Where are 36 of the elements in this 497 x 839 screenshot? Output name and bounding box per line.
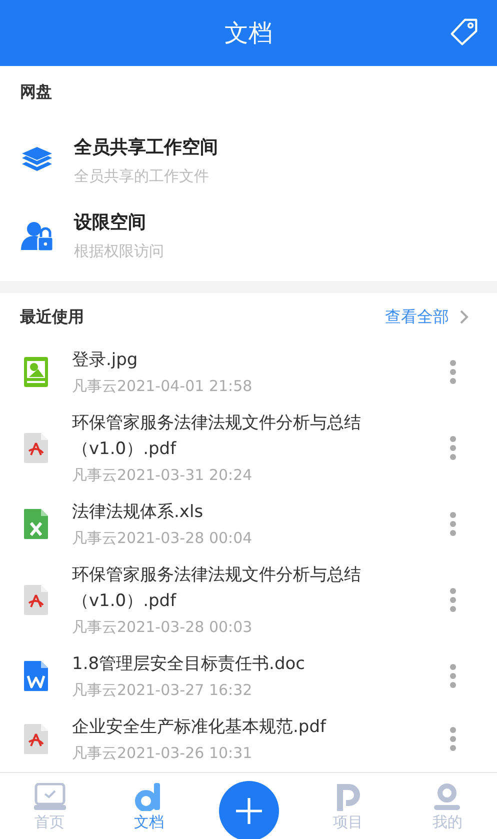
tag-icon[interactable] — [449, 17, 479, 47]
more-icon[interactable] — [449, 726, 457, 752]
more-icon[interactable] — [449, 358, 457, 384]
more-icon[interactable] — [449, 510, 457, 536]
space-name[interactable]: 全员共享工作空间 — [74, 135, 218, 159]
file-meta: 凡事云2021-04-01 21:58 — [72, 377, 254, 396]
file-meta: 凡事云2021-03-27 16:32 — [72, 681, 254, 700]
document-file-icon — [24, 660, 48, 690]
file-meta: 凡事云2021-03-28 00:03 — [72, 618, 254, 637]
image-file-icon — [24, 356, 48, 386]
file-name[interactable]: 环保管家服务法律法规文件分析与总结（v1.0）.pdf — [72, 562, 425, 614]
spreadsheet-file-icon — [24, 508, 48, 538]
pdf-file-icon — [24, 724, 48, 754]
section-title: 最近使用 — [19, 306, 85, 328]
more-icon[interactable] — [449, 586, 457, 612]
page-title: 文档 — [224, 18, 272, 49]
more-icon[interactable] — [449, 434, 457, 460]
more-icon[interactable] — [449, 662, 457, 688]
file-name[interactable]: 企业安全生产标准化基本规范.pdf — [72, 714, 425, 740]
file-name[interactable]: 登录.jpg — [72, 347, 425, 373]
file-name[interactable]: 环保管家服务法律法规文件分析与总结（v1.0）.pdf — [72, 410, 425, 462]
pdf-file-icon — [24, 584, 48, 614]
file-meta: 凡事云2021-03-28 00:04 — [72, 529, 254, 548]
plus-icon — [234, 796, 264, 826]
chevron-icon[interactable] — [459, 309, 469, 325]
monitor-icon — [34, 783, 66, 811]
file-name[interactable]: 1.8管理层安全目标责任书.doc — [72, 651, 425, 677]
section-title: 网盘 — [19, 82, 53, 103]
file-name[interactable]: 法律法规体系.xls — [72, 499, 425, 525]
file-meta: 凡事云2021-03-31 20:24 — [72, 466, 254, 485]
file-meta: 凡事云2021-03-26 10:31 — [72, 744, 254, 763]
pdf-file-icon — [24, 432, 48, 462]
space-description: 根据权限访问 — [74, 242, 164, 261]
space-name[interactable]: 设限空间 — [74, 210, 164, 234]
user-lock-icon — [20, 220, 54, 252]
space-description: 全员共享的工作文件 — [74, 167, 210, 186]
